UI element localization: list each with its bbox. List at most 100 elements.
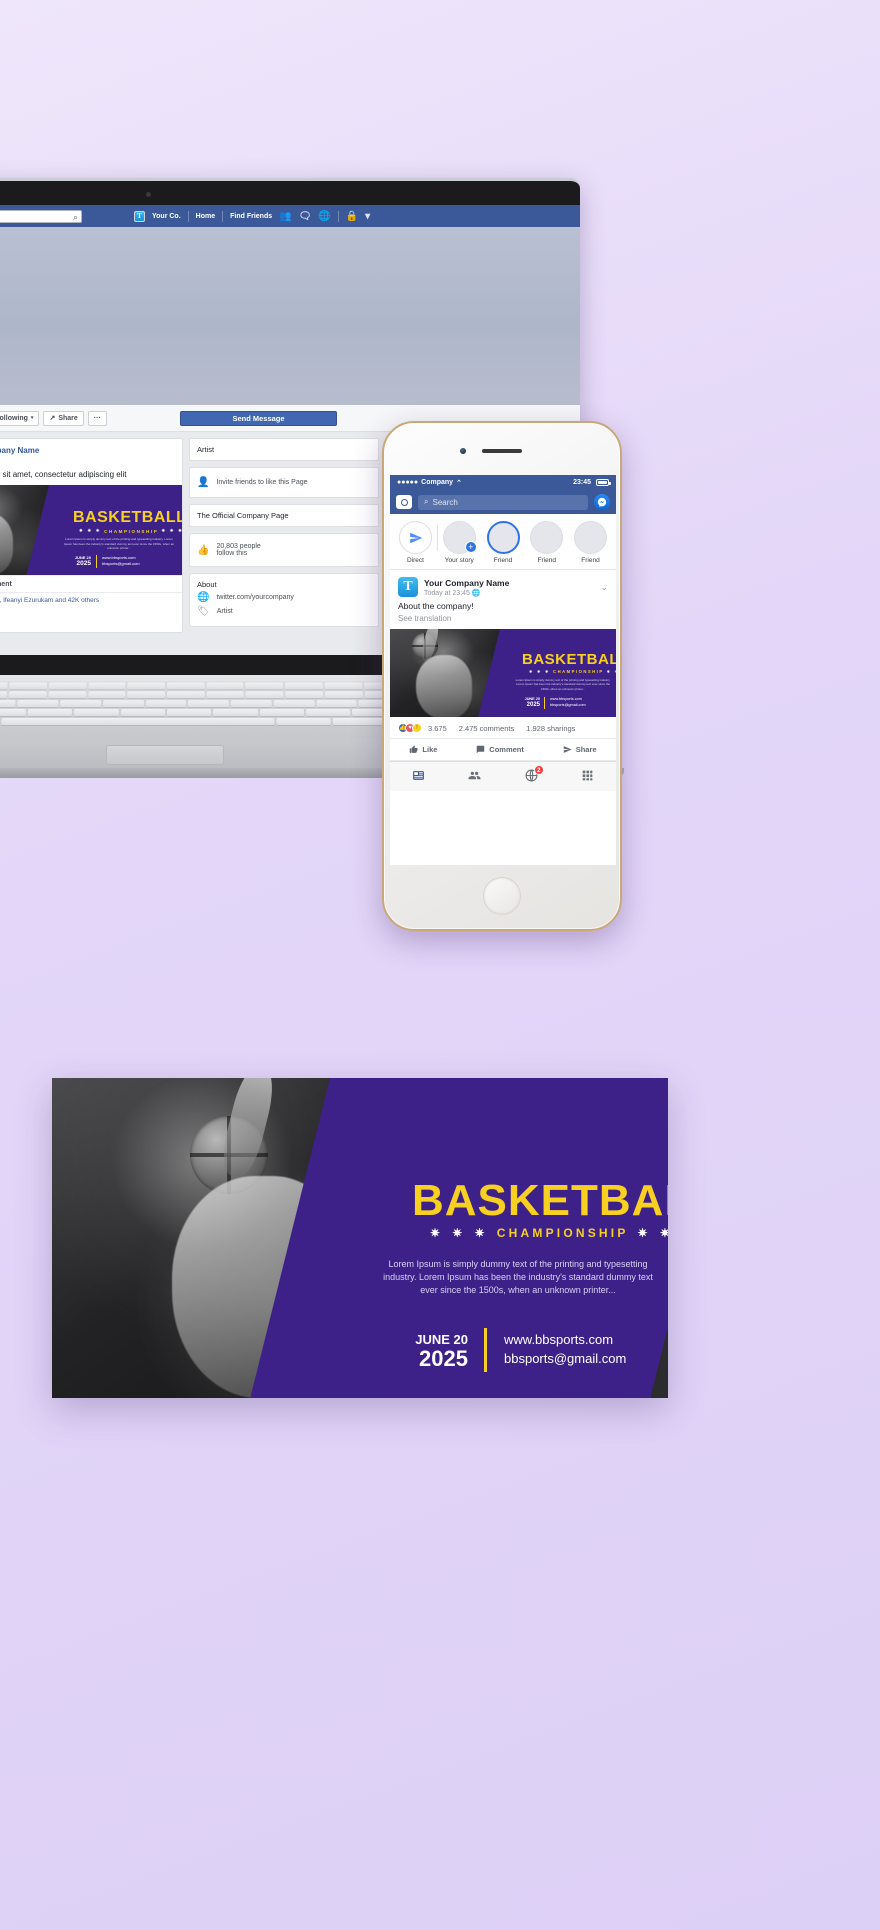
globe-icon[interactable]: 🌐 <box>318 211 330 222</box>
sidebar-card-followers: 👍 20,803 people follow this <box>189 533 379 567</box>
star-icon: ✷ <box>95 528 102 533</box>
search-input[interactable]: ⌕ Search <box>418 494 588 510</box>
phone-status-bar: ●●●●● Company ⌃ 23:45 <box>390 475 616 490</box>
battery-icon <box>596 479 611 486</box>
story-your-story[interactable]: + Your story <box>439 521 480 564</box>
comment-button[interactable]: 🗨 Comment <box>0 580 12 588</box>
share-button[interactable]: Share <box>563 745 597 754</box>
basketball-poster-large: BASKETBALL ✷ ✷ ✷ CHAMPIONSHIP ✷ ✷ ✷ Lore… <box>52 1078 668 1398</box>
carrier-label: Company <box>421 479 454 486</box>
star-icon: ✷ <box>615 669 616 674</box>
poster-body-text: Lorem Ipsum is simply dummy text of the … <box>383 1259 653 1295</box>
star-icon: ✷ <box>169 528 176 533</box>
phone-screen: ●●●●● Company ⌃ 23:45 ⌕ Search Direct + … <box>390 475 616 865</box>
nav-home-link[interactable]: Home <box>196 213 215 220</box>
friends-icon[interactable]: 👥 <box>279 211 291 222</box>
story-direct[interactable]: Direct <box>395 521 438 564</box>
chevron-down-icon: ▾ <box>30 415 34 421</box>
clock-label: 23:45 <box>573 479 591 486</box>
post-share-count[interactable]: 1,527 shares <box>0 607 182 621</box>
phone-speaker <box>482 449 522 453</box>
post-text: Lorem ipsum dolor sit amet, consectetur … <box>0 470 127 479</box>
phone-front-camera-icon <box>460 448 466 454</box>
invite-friend-icon: 👤 <box>197 477 210 488</box>
share-button[interactable]: ↗ Share <box>43 410 84 426</box>
post-card: T Your Company Name 16 hrs · 🌐 Lorem ips… <box>0 438 183 633</box>
star-icon: ✷ <box>545 669 551 674</box>
star-icon: ✷ <box>606 669 612 674</box>
messenger-icon[interactable] <box>594 494 610 510</box>
phone-home-button[interactable] <box>483 877 521 915</box>
story-label: Direct <box>407 557 424 564</box>
star-icon: ✷ <box>529 669 535 674</box>
story-label: Friend <box>493 557 513 564</box>
story-friend-1[interactable]: Friend <box>483 521 524 564</box>
globe-icon: 🌐 <box>197 592 210 603</box>
story-friend-2[interactable]: Friend <box>526 521 567 564</box>
star-icon: ✷ <box>537 669 543 674</box>
search-input[interactable]: ⌕ <box>0 209 82 223</box>
laptop-trackpad <box>106 745 224 765</box>
nav-divider <box>337 210 339 222</box>
page-logo-icon[interactable]: T <box>134 210 145 222</box>
tab-friends[interactable] <box>468 769 481 785</box>
post-action-row: 👍 Like 🗨 Comment <box>0 575 182 592</box>
nav-find-friends-link[interactable]: Find Friends <box>230 213 272 220</box>
post-timestamp: Today at 23:45 🌐 <box>424 589 481 597</box>
camera-icon[interactable] <box>396 495 412 509</box>
post-timestamp: 16 hrs · 🌐 <box>0 457 39 465</box>
post-avatar[interactable]: T <box>398 577 418 597</box>
post-author-name[interactable]: Your Company Name <box>0 446 39 455</box>
share-icon: ↗ <box>49 415 56 422</box>
tab-menu[interactable] <box>581 769 594 785</box>
tag-icon: 🏷 <box>197 606 210 617</box>
reactions-group[interactable]: 👍 ♥ ! <box>398 723 422 733</box>
story-friend-3[interactable]: Friend <box>570 521 611 564</box>
privacy-lock-icon[interactable]: 🔒 <box>346 211 358 222</box>
chevron-down-icon[interactable]: ▾ <box>365 211 370 222</box>
phone-stories-row: Direct + Your story Friend Friend Friend <box>390 514 616 570</box>
reaction-count[interactable]: 3.675 <box>428 724 447 733</box>
phone-post-header: T Your Company Name Today at 23:45 🌐 ⌄ <box>390 570 616 599</box>
more-options-button[interactable]: ··· <box>87 410 107 426</box>
star-icon: ✷ <box>430 1226 444 1240</box>
comment-button[interactable]: Comment <box>476 745 524 754</box>
like-button[interactable]: Like <box>409 745 437 754</box>
star-icon: ✷ <box>87 528 93 533</box>
facebook-top-nav: ⌕ T Your Co. Home Find Friends 👥 🗨 🌐 🔒 ▾ <box>0 205 580 227</box>
post-author-name[interactable]: Your Company Name <box>424 578 509 588</box>
star-icon: ✷ <box>452 1226 466 1240</box>
tab-news-feed[interactable] <box>412 769 425 785</box>
page-sidebar: Artist 👤 Invite friends to like this Pag… <box>189 438 379 633</box>
send-message-button[interactable]: Send Message <box>180 411 337 426</box>
wifi-icon: ⌃ <box>456 479 462 487</box>
phone-search-bar: ⌕ Search <box>390 490 616 514</box>
share-count[interactable]: 1.928 sharings <box>526 724 575 733</box>
signal-dots-icon: ●●●●● <box>397 479 419 486</box>
add-story-icon[interactable]: + <box>464 541 477 553</box>
messages-icon[interactable]: 🗨 <box>299 211 312 222</box>
following-button[interactable]: 📶 Following ▾ <box>0 410 40 426</box>
laptop-webcam-icon <box>146 192 151 197</box>
sidebar-card-invite[interactable]: 👤 Invite friends to like this Page <box>189 467 379 498</box>
phone-mockup: ●●●●● Company ⌃ 23:45 ⌕ Search Direct + … <box>382 421 622 931</box>
star-icon: ✷ <box>660 1226 668 1240</box>
story-label: Your story <box>444 557 474 564</box>
nav-page-link[interactable]: Your Co. <box>152 213 181 220</box>
see-translation-link[interactable]: See translation <box>390 612 616 629</box>
sidebar-category-row: 🏷 Artist <box>197 606 233 617</box>
post-image-basketball-poster[interactable]: BASKETBALL ✷ ✷ ✷ CHAMPIONSHIP ✷ ✷ ✷ Lore… <box>0 485 182 575</box>
search-placeholder: Search <box>432 497 458 507</box>
page-cover-photo: Your Company @yourusername <box>0 227 580 405</box>
nav-divider <box>222 210 224 222</box>
sidebar-twitter-row[interactable]: 🌐 twitter.com/yourcompany <box>197 592 371 603</box>
post-image-basketball-poster[interactable]: BASKETBALL ✷ ✷ ✷ CHAMPIONSHIP ✷ ✷ ✷ Lore… <box>390 629 616 717</box>
post-header: T Your Company Name 16 hrs · 🌐 <box>0 439 182 468</box>
chevron-down-icon[interactable]: ⌄ <box>600 582 608 593</box>
comment-count[interactable]: 2.475 comments <box>459 724 514 733</box>
post-likers[interactable]: 👍 Mkt Comunicacion, Ifeanyi Ezurukam and… <box>0 592 182 607</box>
notification-badge: 2 <box>533 765 544 775</box>
tab-notifications[interactable]: 2 <box>525 765 544 785</box>
post-text: About the company! <box>398 601 474 611</box>
poster-date: JUNE 20 2025 <box>415 1332 468 1371</box>
